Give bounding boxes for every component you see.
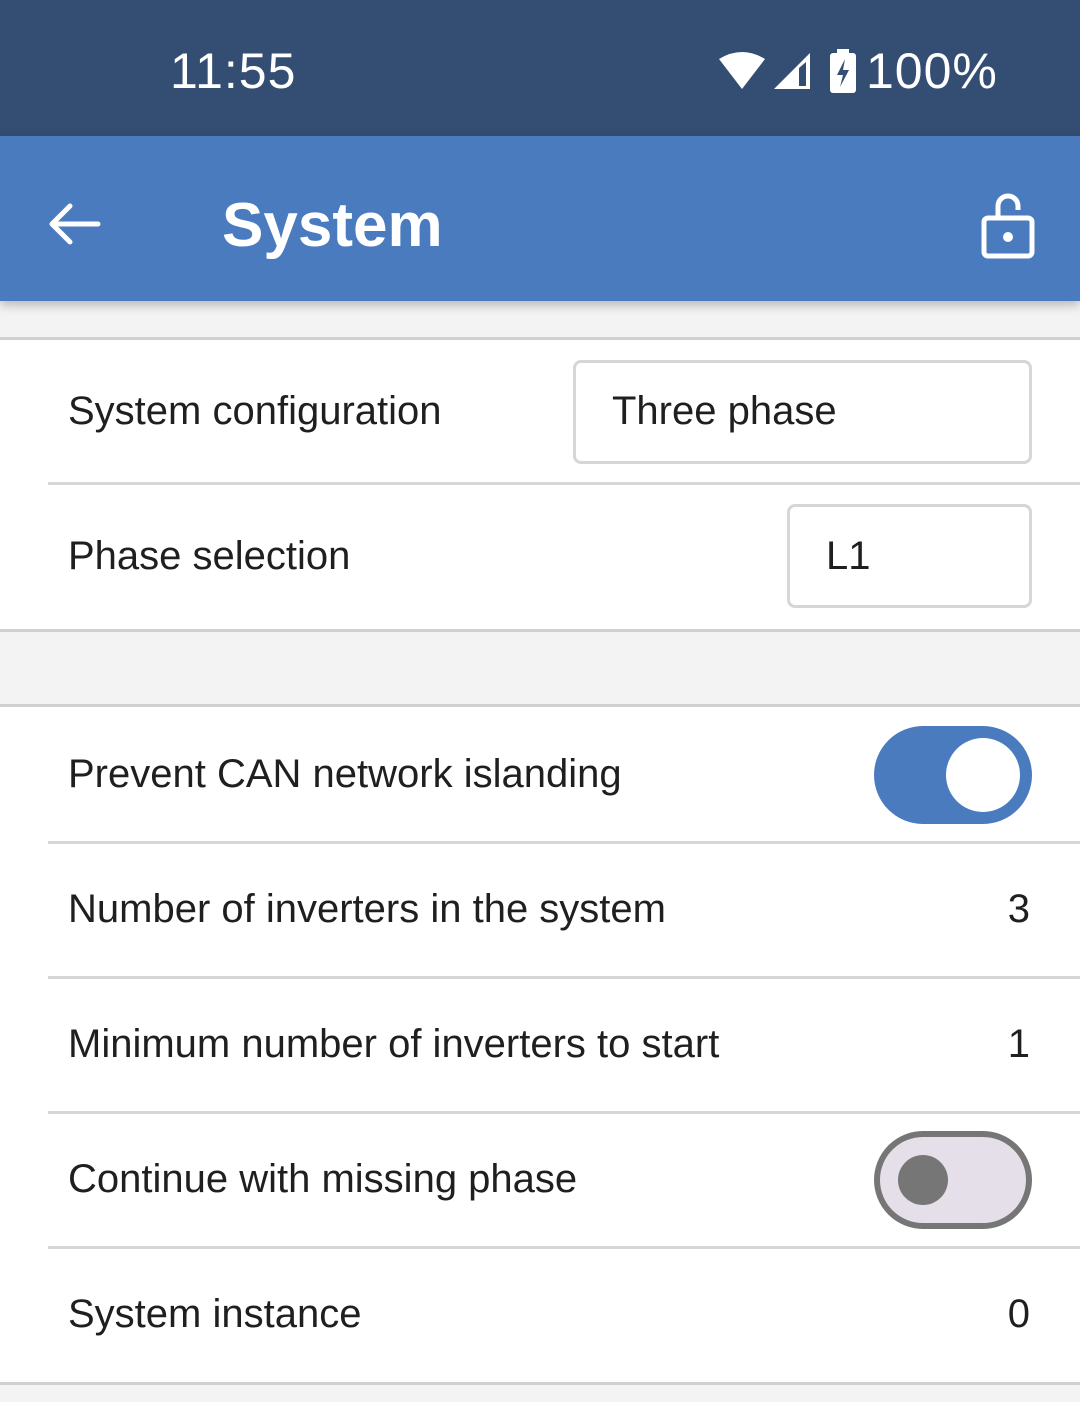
battery-percent: 100% (866, 43, 998, 99)
section-inverter-settings: Prevent CAN network islanding Number of … (0, 704, 1080, 1385)
min-inverters-to-start-value: 1 (1007, 1022, 1030, 1066)
status-time: 11:55 (170, 43, 297, 99)
row-continue-missing-phase: Continue with missing phase (0, 1111, 1080, 1247)
battery-charging-icon (830, 49, 856, 93)
app-bar: System (0, 136, 1080, 301)
row-number-of-inverters[interactable]: Number of inverters in the system 3 (0, 841, 1080, 977)
row-system-instance[interactable]: System instance 0 (0, 1246, 1080, 1382)
arrow-left-icon[interactable] (44, 194, 104, 254)
system-configuration-select[interactable]: Three phase (573, 359, 1032, 464)
section-phase-config: System configuration Three phase Phase s… (0, 337, 1080, 632)
number-of-inverters-value: 3 (1007, 887, 1030, 931)
toggle-knob (898, 1154, 948, 1205)
system-instance-label: System instance (68, 1292, 362, 1336)
continue-missing-phase-toggle[interactable] (874, 1130, 1032, 1229)
row-system-configuration: System configuration Three phase (0, 340, 1080, 483)
unlocked-padlock-icon[interactable] (978, 190, 1038, 260)
phase-selection-select[interactable]: L1 (787, 504, 1032, 608)
min-inverters-to-start-label: Minimum number of inverters to start (68, 1022, 720, 1066)
number-of-inverters-label: Number of inverters in the system (68, 887, 666, 931)
status-icons: 100% (718, 43, 998, 99)
system-configuration-label: System configuration (68, 389, 442, 433)
row-phase-selection: Phase selection L1 (0, 482, 1080, 629)
continue-missing-phase-label: Continue with missing phase (68, 1157, 578, 1201)
status-bar: 11:55 100% (0, 0, 1080, 136)
row-min-inverters-to-start[interactable]: Minimum number of inverters to start 1 (0, 976, 1080, 1112)
cell-signal-icon (774, 53, 810, 89)
toggle-knob (946, 737, 1020, 812)
system-instance-value: 0 (1007, 1292, 1030, 1336)
page-title: System (222, 191, 443, 260)
prevent-can-islanding-label: Prevent CAN network islanding (68, 752, 622, 796)
prevent-can-islanding-toggle[interactable] (874, 725, 1032, 824)
phase-selection-label: Phase selection (68, 533, 351, 578)
wifi-icon (719, 52, 765, 89)
row-prevent-can-islanding: Prevent CAN network islanding (0, 707, 1080, 842)
